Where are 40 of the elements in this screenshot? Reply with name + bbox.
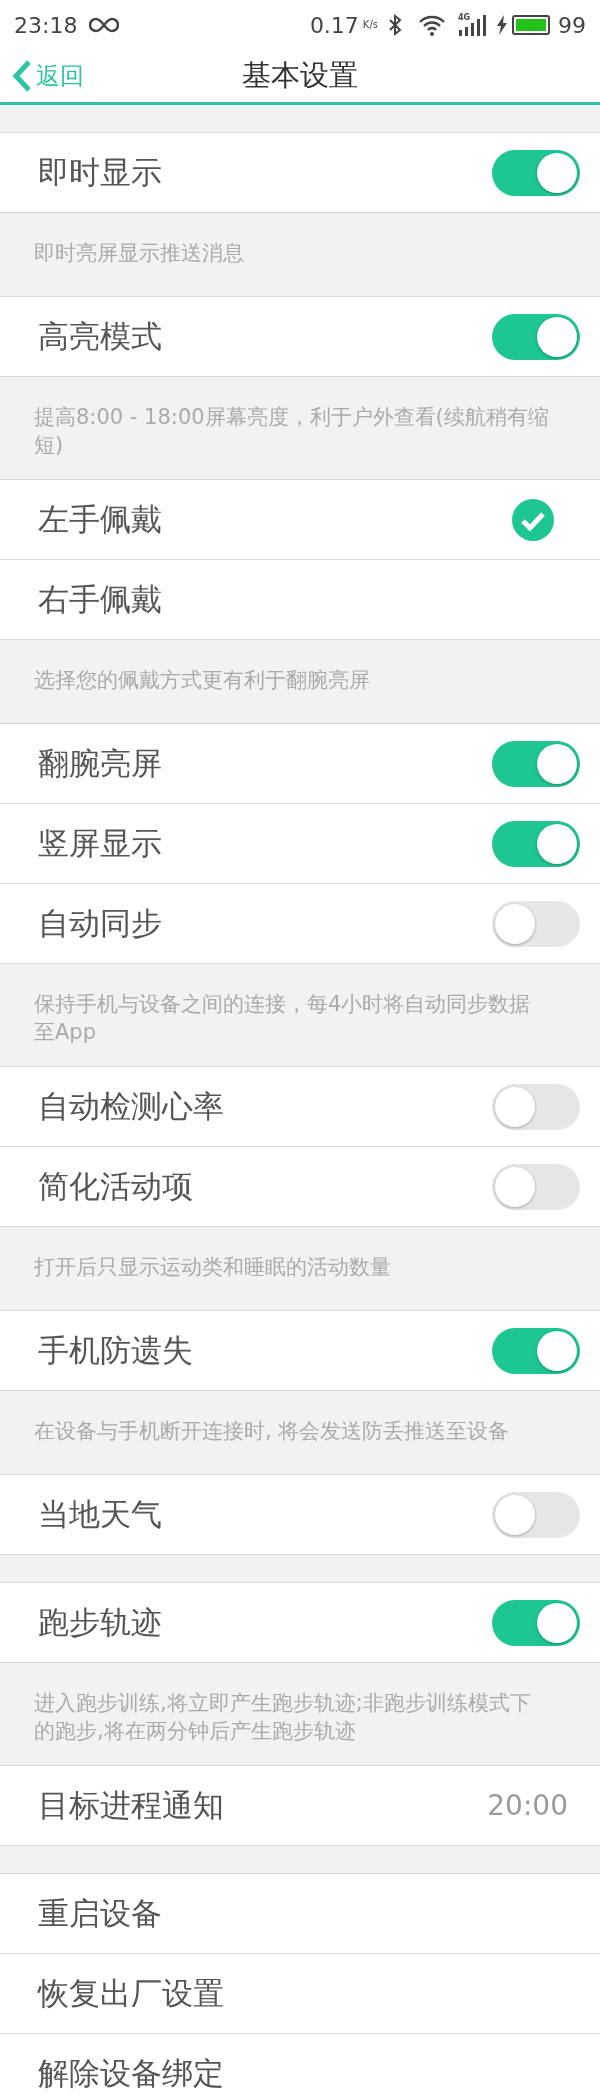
toggle-switch[interactable] — [492, 1083, 580, 1130]
infinity-icon — [89, 17, 120, 33]
toggle-switch[interactable] — [492, 149, 580, 196]
settings-row[interactable]: 翻腕亮屏 — [0, 724, 600, 804]
settings-row[interactable]: 目标进程通知 20:00 — [0, 1766, 600, 1846]
toggle-switch[interactable] — [492, 900, 580, 947]
toggle-switch[interactable] — [492, 1599, 580, 1646]
toggle-switch[interactable] — [492, 740, 580, 787]
toggle-switch[interactable] — [492, 1327, 580, 1374]
settings-row[interactable]: 手机防遗失 — [0, 1311, 600, 1391]
settings-row[interactable]: 跑步轨迹 — [0, 1583, 600, 1663]
toggle-switch[interactable] — [492, 820, 580, 867]
settings-row[interactable]: 恢复出厂设置 — [0, 1954, 600, 2034]
toggle-switch[interactable] — [492, 313, 580, 360]
charging-icon — [496, 15, 508, 35]
settings-row[interactable]: 自动检测心率 — [0, 1067, 600, 1147]
settings-row[interactable]: 即时显示 — [0, 133, 600, 213]
network-speed: 0.17 — [309, 11, 359, 40]
back-icon — [12, 59, 32, 93]
settings-row[interactable]: 自动同步 — [0, 884, 600, 964]
clock-time: 23:18 — [14, 11, 78, 40]
toggle-switch[interactable] — [492, 1491, 580, 1538]
settings-row[interactable]: 竖屏显示 — [0, 804, 600, 884]
settings-row[interactable]: 重启设备 — [0, 1874, 600, 1954]
settings-row[interactable]: 高亮模式 — [0, 297, 600, 377]
speed-unit: K/s — [362, 20, 378, 30]
page-title: 基本设置 — [242, 57, 358, 95]
setting-value: 20:00 — [487, 1787, 568, 1824]
battery-icon — [512, 15, 550, 35]
settings-row[interactable]: 简化活动项 — [0, 1147, 600, 1227]
settings-row[interactable]: 解除设备绑定 — [0, 2034, 600, 2099]
settings-row[interactable]: 当地天气 — [0, 1475, 600, 1555]
signal-icon — [458, 14, 486, 36]
toggle-switch[interactable] — [492, 1163, 580, 1210]
bluetooth-icon — [388, 14, 402, 36]
settings-row[interactable]: 右手佩戴 — [0, 560, 600, 640]
wifi-icon — [418, 14, 446, 36]
battery-percent: 99 — [558, 11, 586, 40]
network-type: 4G — [458, 14, 471, 22]
settings-row[interactable]: 左手佩戴 — [0, 480, 600, 560]
